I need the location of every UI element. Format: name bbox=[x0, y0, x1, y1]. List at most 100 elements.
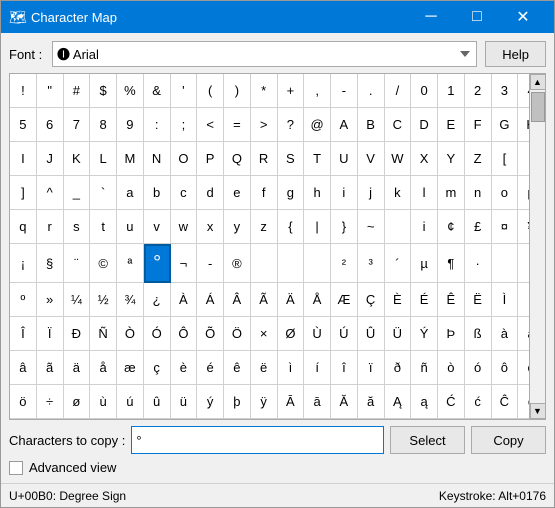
char-cell[interactable]: ´ bbox=[385, 244, 412, 283]
char-cell[interactable]: Ö bbox=[224, 317, 251, 351]
char-cell[interactable]: ù bbox=[90, 385, 117, 419]
char-cell[interactable]: B bbox=[358, 108, 385, 142]
char-cell[interactable]: . bbox=[358, 74, 385, 108]
char-cell[interactable]: + bbox=[278, 74, 305, 108]
char-cell[interactable]: Ô bbox=[171, 317, 198, 351]
char-cell[interactable]: S bbox=[278, 142, 305, 176]
char-cell[interactable]: â bbox=[10, 351, 37, 385]
char-cell[interactable]: ; bbox=[171, 108, 198, 142]
char-cell[interactable]: É bbox=[411, 283, 438, 317]
char-cell[interactable]: M bbox=[117, 142, 144, 176]
char-cell[interactable]: ] bbox=[10, 176, 37, 210]
char-cell[interactable]: Ò bbox=[117, 317, 144, 351]
char-cell[interactable]: ë bbox=[251, 351, 278, 385]
char-cell[interactable]: ÷ bbox=[37, 385, 64, 419]
char-cell[interactable]: - bbox=[331, 74, 358, 108]
char-cell[interactable]: h bbox=[304, 176, 331, 210]
char-cell[interactable]: ¾ bbox=[117, 283, 144, 317]
char-cell[interactable]: J bbox=[37, 142, 64, 176]
char-cell[interactable]: & bbox=[144, 74, 171, 108]
scroll-down-arrow[interactable]: ▼ bbox=[530, 403, 546, 419]
char-cell[interactable]: Q bbox=[224, 142, 251, 176]
scroll-thumb[interactable] bbox=[531, 92, 545, 122]
char-cell[interactable]: Ý bbox=[411, 317, 438, 351]
char-cell[interactable]: Î bbox=[10, 317, 37, 351]
char-cell[interactable]: , bbox=[304, 74, 331, 108]
char-cell[interactable]: : bbox=[144, 108, 171, 142]
char-cell[interactable]: b bbox=[144, 176, 171, 210]
char-cell[interactable]: ¨ bbox=[64, 244, 91, 283]
char-cell[interactable]: Þ bbox=[438, 317, 465, 351]
char-cell[interactable]: x bbox=[197, 210, 224, 244]
char-cell[interactable]: v bbox=[144, 210, 171, 244]
maximize-button[interactable]: □ bbox=[454, 1, 500, 33]
char-cell[interactable]: G bbox=[492, 108, 519, 142]
char-cell[interactable]: F bbox=[465, 108, 492, 142]
char-cell[interactable]: Ú bbox=[331, 317, 358, 351]
char-cell[interactable]: Ø bbox=[278, 317, 305, 351]
char-cell[interactable]: T bbox=[304, 142, 331, 176]
scroll-up-arrow[interactable]: ▲ bbox=[530, 74, 546, 90]
char-cell[interactable]: ^ bbox=[37, 176, 64, 210]
char-cell[interactable]: £ bbox=[465, 210, 492, 244]
char-cell[interactable]: Ç bbox=[358, 283, 385, 317]
char-cell[interactable] bbox=[251, 244, 278, 283]
char-cell[interactable]: î bbox=[331, 351, 358, 385]
char-cell[interactable]: Æ bbox=[331, 283, 358, 317]
char-cell[interactable]: _ bbox=[64, 176, 91, 210]
char-cell[interactable]: ¬ bbox=[171, 244, 198, 283]
char-cell[interactable]: e bbox=[224, 176, 251, 210]
char-cell[interactable]: A bbox=[331, 108, 358, 142]
char-cell[interactable]: Ì bbox=[492, 283, 519, 317]
char-cell[interactable]: · bbox=[465, 244, 492, 283]
char-cell[interactable]: ï bbox=[358, 351, 385, 385]
char-cell[interactable]: Ā bbox=[278, 385, 305, 419]
char-cell[interactable]: ¢ bbox=[438, 210, 465, 244]
char-cell[interactable]: q bbox=[10, 210, 37, 244]
char-cell[interactable]: Ó bbox=[144, 317, 171, 351]
char-cell[interactable]: 6 bbox=[37, 108, 64, 142]
char-cell[interactable]: / bbox=[385, 74, 412, 108]
char-cell[interactable]: ® bbox=[224, 244, 251, 283]
char-cell[interactable]: º bbox=[10, 283, 37, 317]
char-cell[interactable]: % bbox=[117, 74, 144, 108]
char-cell[interactable]: ê bbox=[224, 351, 251, 385]
char-cell[interactable]: ü bbox=[171, 385, 198, 419]
char-cell[interactable]: L bbox=[90, 142, 117, 176]
char-cell[interactable]: u bbox=[117, 210, 144, 244]
char-cell[interactable] bbox=[385, 210, 412, 244]
char-cell[interactable]: @ bbox=[304, 108, 331, 142]
char-cell[interactable]: ô bbox=[492, 351, 519, 385]
copy-input[interactable] bbox=[131, 426, 384, 454]
char-cell[interactable]: f bbox=[251, 176, 278, 210]
char-cell[interactable]: j bbox=[358, 176, 385, 210]
char-cell[interactable]: ` bbox=[90, 176, 117, 210]
char-cell[interactable]: æ bbox=[117, 351, 144, 385]
char-cell[interactable]: ß bbox=[465, 317, 492, 351]
char-cell[interactable]: ý bbox=[197, 385, 224, 419]
char-cell[interactable]: " bbox=[37, 74, 64, 108]
char-cell[interactable]: 2 bbox=[465, 74, 492, 108]
char-cell[interactable]: ç bbox=[144, 351, 171, 385]
char-cell[interactable]: Ð bbox=[64, 317, 91, 351]
scrollbar[interactable]: ▲ ▼ bbox=[529, 74, 545, 419]
char-cell[interactable]: z bbox=[251, 210, 278, 244]
char-cell[interactable]: y bbox=[224, 210, 251, 244]
char-cell[interactable]: ă bbox=[358, 385, 385, 419]
char-cell[interactable]: X bbox=[411, 142, 438, 176]
char-cell[interactable]: n bbox=[465, 176, 492, 210]
char-cell[interactable]: Ä bbox=[278, 283, 305, 317]
char-cell[interactable]: C bbox=[385, 108, 412, 142]
char-cell[interactable]: ¿ bbox=[144, 283, 171, 317]
char-cell[interactable]: ò bbox=[438, 351, 465, 385]
char-cell[interactable]: P bbox=[197, 142, 224, 176]
char-cell[interactable]: ! bbox=[10, 74, 37, 108]
char-cell[interactable]: 0 bbox=[411, 74, 438, 108]
char-cell[interactable]: Ñ bbox=[90, 317, 117, 351]
char-cell[interactable]: E bbox=[438, 108, 465, 142]
char-cell[interactable]: Ĉ bbox=[492, 385, 519, 419]
char-cell[interactable]: è bbox=[171, 351, 198, 385]
char-cell[interactable]: * bbox=[251, 74, 278, 108]
char-cell[interactable]: ø bbox=[64, 385, 91, 419]
char-cell[interactable]: » bbox=[37, 283, 64, 317]
